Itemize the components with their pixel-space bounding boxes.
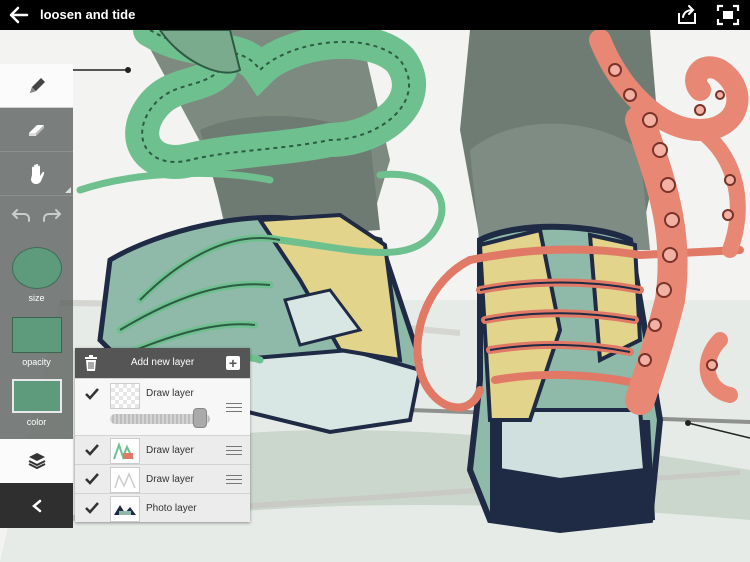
color-label: color [26, 417, 47, 427]
layer-row[interactable]: Draw layer [75, 464, 250, 493]
hand-icon [30, 163, 44, 184]
redo-button[interactable] [42, 207, 62, 228]
layers-panel: Add new layer + Draw layer Draw layer Dr… [75, 348, 250, 522]
pencil-icon [29, 77, 45, 93]
redo-icon [42, 209, 62, 222]
opacity-control[interactable]: opacity [0, 303, 73, 367]
checkmark-icon[interactable] [84, 442, 100, 458]
undo-button[interactable] [11, 207, 31, 228]
brush-size-control[interactable]: size [0, 239, 73, 303]
checkmark-icon[interactable] [84, 500, 100, 516]
size-preview [11, 247, 62, 289]
opacity-preview [11, 317, 62, 353]
layer-thumbnail [110, 383, 140, 409]
layer-thumbnail [110, 467, 140, 493]
hand-tool-button[interactable] [0, 151, 73, 195]
plus-icon: + [228, 355, 238, 371]
corner-indicator-icon [65, 187, 71, 193]
layers-panel-header: Add new layer + [75, 348, 250, 378]
add-layer-button[interactable]: + [226, 356, 240, 370]
tool-sidebar: size opacity color [0, 64, 73, 528]
eraser-tool-button[interactable] [0, 108, 73, 151]
share-icon [678, 5, 696, 24]
layer-name: Draw layer [146, 445, 194, 456]
color-control[interactable]: color [0, 367, 73, 439]
brush-tool-button[interactable] [0, 64, 73, 108]
size-label: size [28, 293, 45, 303]
layer-thumbnail [110, 496, 140, 522]
layer-name: Photo layer [146, 503, 197, 514]
checkmark-icon[interactable] [84, 471, 100, 487]
layer-thumbnail [110, 438, 140, 464]
history-controls [0, 195, 73, 239]
layer-opacity-slider-thumb[interactable] [193, 408, 207, 428]
chevron-left-icon [31, 499, 41, 512]
eraser-icon [28, 124, 44, 136]
layer-row[interactable]: Draw layer [75, 435, 250, 464]
layers-icon [28, 453, 45, 470]
back-button[interactable] [8, 5, 30, 25]
layer-name: Draw layer [146, 388, 194, 399]
undo-icon [11, 209, 31, 222]
app-header: loosen and tide [0, 0, 750, 30]
arrow-left-icon [9, 6, 29, 24]
color-swatch [11, 379, 62, 413]
checkmark-icon[interactable] [84, 386, 100, 402]
share-button[interactable] [675, 4, 699, 26]
drag-handle-icon[interactable] [226, 403, 242, 413]
add-layer-label: Add new layer [130, 357, 195, 368]
opacity-label: opacity [22, 357, 51, 367]
drag-handle-icon[interactable] [226, 446, 242, 456]
document-title: loosen and tide [40, 7, 136, 22]
fullscreen-button[interactable] [716, 4, 740, 26]
layer-row[interactable]: Draw layer [75, 378, 250, 435]
drag-handle-icon[interactable] [226, 475, 242, 485]
fullscreen-icon [716, 4, 740, 26]
layers-button[interactable] [0, 439, 73, 483]
layer-row[interactable]: Photo layer [75, 493, 250, 522]
collapse-toolbar-button[interactable] [0, 483, 73, 528]
layer-name: Draw layer [146, 474, 194, 485]
